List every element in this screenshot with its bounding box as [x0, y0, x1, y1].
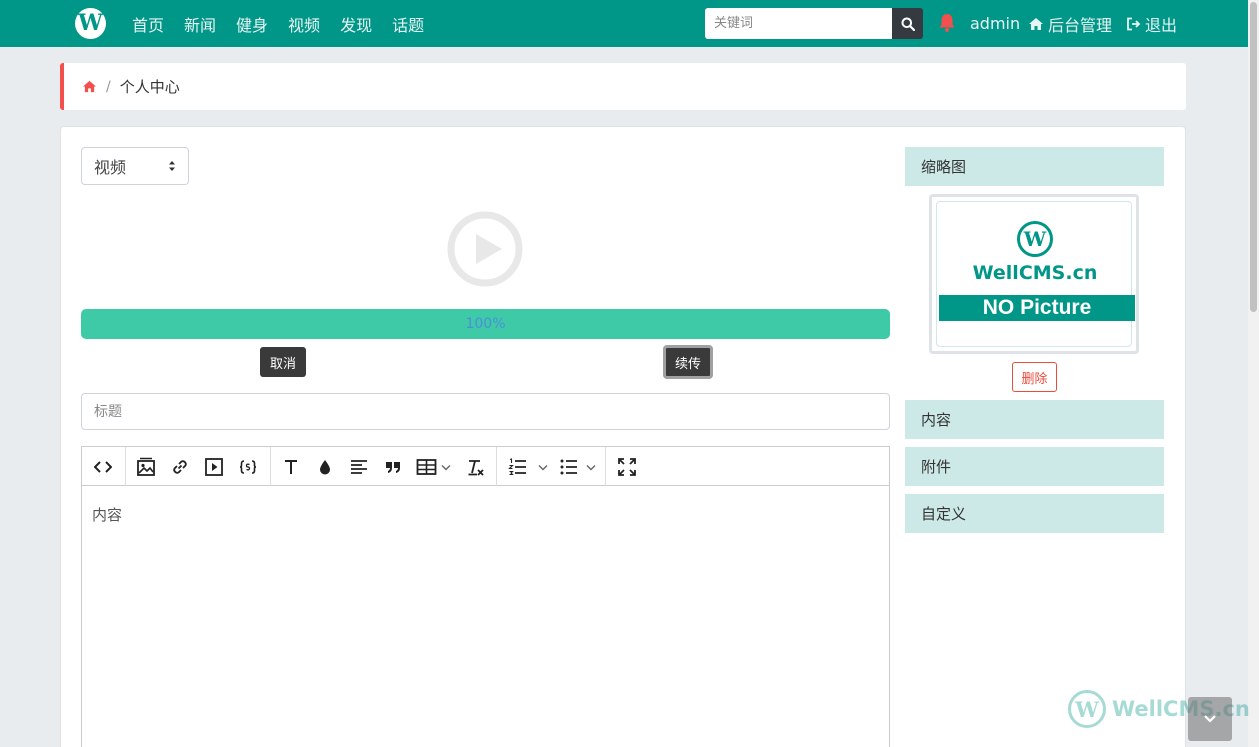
thumbnail-no-picture-label: NO Picture: [939, 295, 1135, 321]
custom-panel-header[interactable]: 自定义: [905, 494, 1164, 533]
upload-progress-text: 100%: [465, 316, 506, 332]
align-left-icon[interactable]: [348, 456, 370, 478]
logout-link-label: 退出: [1145, 15, 1178, 35]
image-icon[interactable]: [135, 456, 157, 478]
code-view-icon[interactable]: [92, 456, 114, 478]
video-icon[interactable]: [203, 456, 225, 478]
thumbnail-placeholder: W WellCMS.cn NO Picture: [936, 201, 1135, 347]
breadcrumb-separator: /: [106, 78, 111, 95]
logo-letter: W: [78, 10, 103, 36]
type-select[interactable]: 视频: [81, 147, 189, 185]
cancel-upload-button[interactable]: 取消: [260, 347, 306, 377]
nav-link-fitness[interactable]: 健身: [234, 12, 270, 36]
toolbar-divider: [496, 447, 497, 486]
back-to-top-button[interactable]: [1188, 697, 1232, 741]
toolbar-divider: [605, 447, 606, 486]
admin-link-label: 后台管理: [1048, 15, 1113, 35]
editor-toolbar: [82, 447, 889, 486]
fullscreen-icon[interactable]: [616, 456, 638, 478]
scrollbar-thumb[interactable]: [1250, 2, 1257, 312]
font-size-icon[interactable]: [280, 456, 302, 478]
editor-content-area[interactable]: 内容: [92, 504, 122, 525]
search-icon: [901, 17, 915, 31]
main-nav: 首页 新闻 健身 视频 发现 话题: [130, 0, 442, 47]
watermark-logo: W: [1068, 690, 1106, 728]
font-color-icon[interactable]: [314, 456, 336, 478]
admin-link[interactable]: 后台管理: [1028, 0, 1112, 47]
site-logo[interactable]: W: [75, 8, 106, 39]
ordered-list-icon[interactable]: [508, 456, 552, 478]
clear-format-icon[interactable]: [464, 456, 486, 478]
content-panel-header[interactable]: 内容: [905, 400, 1164, 439]
bullet-list-icon[interactable]: [559, 456, 603, 478]
resume-upload-button[interactable]: 续传: [663, 345, 713, 379]
search-input[interactable]: [705, 8, 893, 39]
blockquote-icon[interactable]: [382, 456, 404, 478]
nav-link-discover[interactable]: 发现: [338, 12, 374, 36]
video-play-icon: [447, 211, 523, 287]
home-icon: [1029, 17, 1043, 30]
link-icon[interactable]: [169, 456, 191, 478]
title-input[interactable]: [81, 393, 890, 430]
thumbnail-brand-text: WellCMS.cn: [972, 262, 1098, 284]
page-scrollbar[interactable]: [1248, 0, 1259, 747]
user-link[interactable]: admin: [970, 0, 1020, 47]
nav-link-home[interactable]: 首页: [130, 12, 166, 36]
sign-out-icon: [1127, 17, 1141, 30]
toolbar-divider: [125, 447, 126, 486]
attachment-panel-header[interactable]: 附件: [905, 447, 1164, 486]
breadcrumb-current: 个人中心: [119, 78, 180, 96]
search-button[interactable]: [892, 8, 923, 39]
upload-progress-bar: 100%: [81, 309, 890, 339]
delete-thumbnail-button[interactable]: 删除: [1012, 362, 1057, 392]
toolbar-divider: [270, 447, 271, 486]
rich-text-editor: 内容: [81, 446, 890, 747]
thumbnail-panel-header[interactable]: 缩略图: [905, 147, 1164, 186]
chevron-down-icon: [1204, 715, 1216, 723]
thumbnail-logo: W: [1017, 221, 1053, 257]
table-icon[interactable]: [416, 456, 454, 478]
home-icon[interactable]: [82, 80, 97, 93]
breadcrumb: / 个人中心: [60, 63, 1186, 110]
bell-icon[interactable]: [938, 13, 956, 33]
code-block-icon[interactable]: [237, 456, 259, 478]
sort-caret-icon: [169, 161, 175, 171]
nav-link-video[interactable]: 视频: [286, 12, 322, 36]
nav-link-topics[interactable]: 话题: [390, 12, 426, 36]
top-navbar: W 首页 新闻 健身 视频 发现 话题 admin 后台管理 退出: [0, 0, 1248, 47]
nav-link-news[interactable]: 新闻: [182, 12, 218, 36]
logout-link[interactable]: 退出: [1126, 0, 1177, 47]
type-select-value: 视频: [94, 158, 127, 177]
thumbnail-image[interactable]: W WellCMS.cn NO Picture: [929, 194, 1139, 354]
